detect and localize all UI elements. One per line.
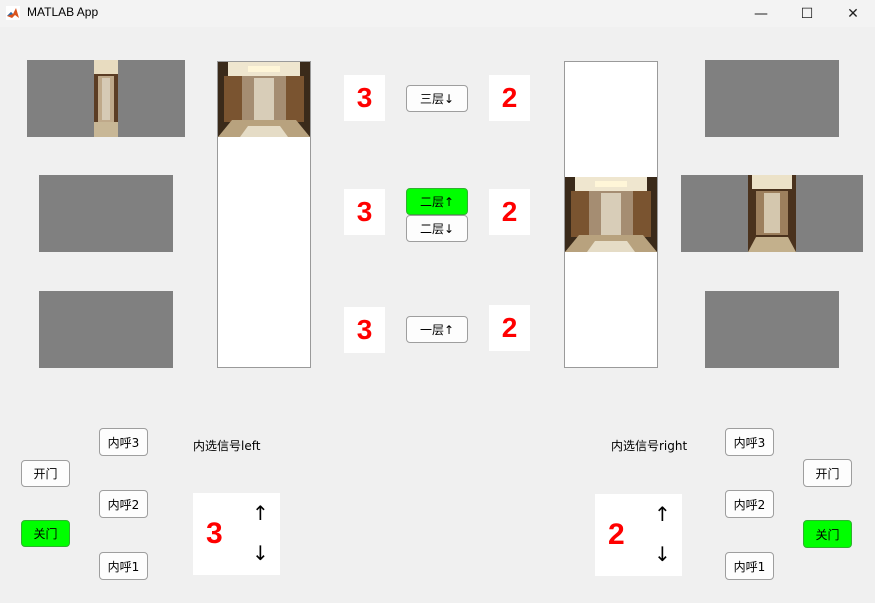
right-floor3-display: 2 — [489, 75, 530, 121]
elevator-car-icon — [218, 62, 310, 137]
right-elevator-shaft — [564, 61, 658, 368]
elevator-car-icon — [565, 177, 657, 252]
floor2-down-button[interactable]: 二层↓ — [406, 215, 468, 242]
down-arrow-icon: ↓ — [252, 541, 269, 565]
right-floor3-panel — [705, 60, 839, 137]
window-title: MATLAB App — [27, 5, 99, 19]
right-inner-floor-value: 2 — [608, 518, 625, 551]
maximize-button[interactable]: ☐ — [784, 0, 830, 27]
right-close-door-button[interactable]: 关门 — [803, 520, 852, 548]
right-floor2-panel — [681, 175, 863, 252]
down-arrow-icon: ↓ — [654, 542, 671, 566]
left-call3-button[interactable]: 内呼3 — [99, 428, 148, 456]
left-floor3-display: 3 — [344, 75, 385, 121]
elevator-car-icon — [748, 175, 796, 252]
close-button[interactable]: ✕ — [830, 0, 875, 27]
right-call3-button[interactable]: 内呼3 — [725, 428, 774, 456]
floor2-up-button[interactable]: 二层↑ — [406, 188, 468, 215]
close-icon: ✕ — [847, 5, 859, 22]
left-floor1-panel — [39, 291, 173, 368]
left-call1-button[interactable]: 内呼1 — [99, 552, 148, 580]
up-arrow-icon: ↑ — [654, 502, 671, 526]
left-close-door-button[interactable]: 关门 — [21, 520, 70, 547]
left-call2-button[interactable]: 内呼2 — [99, 490, 148, 518]
right-inner-display: 2 ↑ ↓ — [595, 494, 682, 576]
maximize-icon: ☐ — [800, 5, 814, 22]
title-bar: MATLAB App — ☐ ✕ — [0, 0, 875, 27]
floor3-down-button[interactable]: 三层↓ — [406, 85, 468, 112]
right-open-door-button[interactable]: 开门 — [803, 459, 852, 487]
left-floor1-display: 3 — [344, 307, 385, 353]
floor1-up-button[interactable]: 一层↑ — [406, 316, 468, 343]
minimize-button[interactable]: — — [738, 0, 784, 27]
left-floor2-panel — [39, 175, 173, 252]
right-inner-signal-label: 内选信号right — [611, 439, 688, 453]
left-inner-display: 3 ↑ ↓ — [193, 493, 280, 575]
right-call1-button[interactable]: 内呼1 — [725, 552, 774, 580]
left-inner-signal-label: 内选信号left — [193, 439, 261, 453]
right-floor1-display: 2 — [489, 305, 530, 351]
left-elevator-shaft — [217, 61, 311, 368]
up-arrow-icon: ↑ — [252, 501, 269, 525]
left-inner-floor-value: 3 — [206, 517, 223, 550]
right-floor2-display: 2 — [489, 189, 530, 235]
elevator-car-icon — [94, 60, 118, 137]
matlab-icon — [6, 6, 20, 20]
left-open-door-button[interactable]: 开门 — [21, 460, 70, 487]
right-floor1-panel — [705, 291, 839, 368]
left-floor3-panel — [27, 60, 185, 137]
left-floor2-display: 3 — [344, 189, 385, 235]
minimize-icon: — — [754, 5, 768, 22]
right-call2-button[interactable]: 内呼2 — [725, 490, 774, 518]
